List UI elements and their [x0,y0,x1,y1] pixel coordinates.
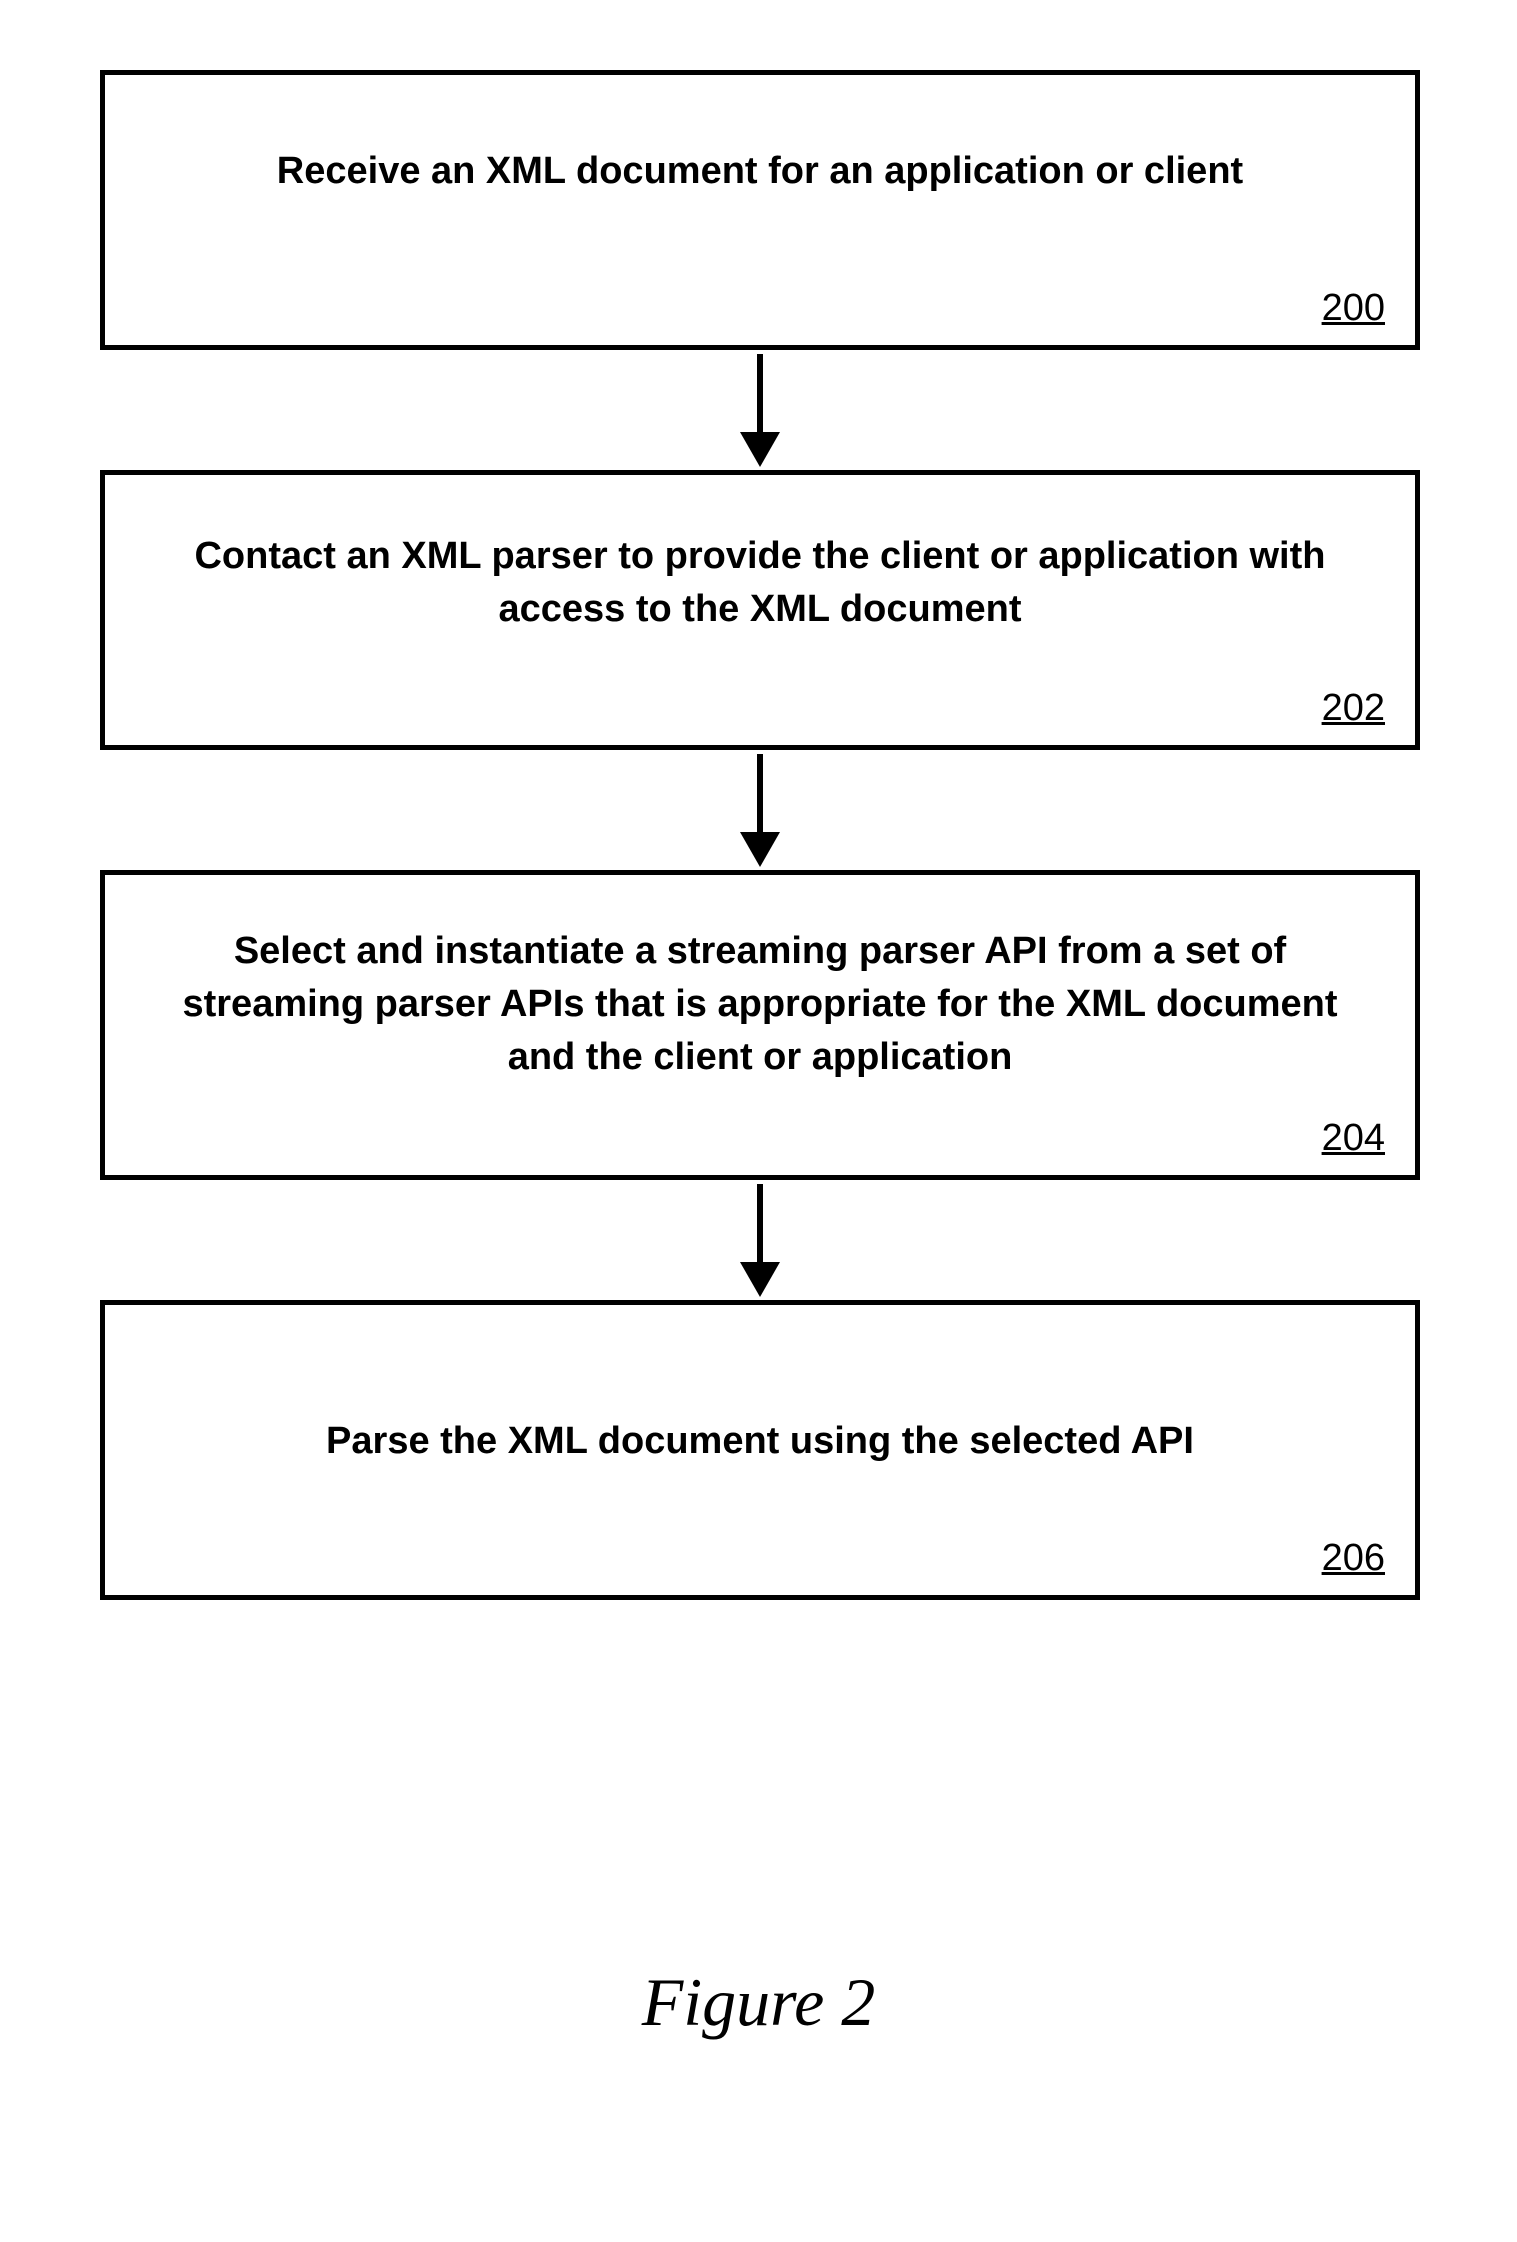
step-text: Receive an XML document for an applicati… [155,145,1365,198]
arrow-connector [100,1180,1420,1300]
step-number: 200 [1322,287,1385,330]
step-text: Select and instantiate a streaming parse… [155,925,1365,1085]
arrow-line [757,754,763,834]
step-number: 204 [1322,1117,1385,1160]
flow-step-202: Contact an XML parser to provide the cli… [100,470,1420,750]
figure-caption: Figure 2 [0,1963,1517,2042]
arrow-head-icon [740,1262,780,1297]
arrow-head-icon [740,432,780,467]
arrow-connector [100,750,1420,870]
arrow-head-icon [740,832,780,867]
step-text: Parse the XML document using the selecte… [155,1415,1365,1468]
flow-step-200: Receive an XML document for an applicati… [100,70,1420,350]
arrow-connector [100,350,1420,470]
arrow-line [757,1184,763,1264]
step-number: 206 [1322,1537,1385,1580]
flow-step-204: Select and instantiate a streaming parse… [100,870,1420,1180]
flowchart-diagram: Receive an XML document for an applicati… [100,70,1420,1600]
step-text: Contact an XML parser to provide the cli… [155,530,1365,636]
arrow-line [757,354,763,434]
flow-step-206: Parse the XML document using the selecte… [100,1300,1420,1600]
step-number: 202 [1322,687,1385,730]
